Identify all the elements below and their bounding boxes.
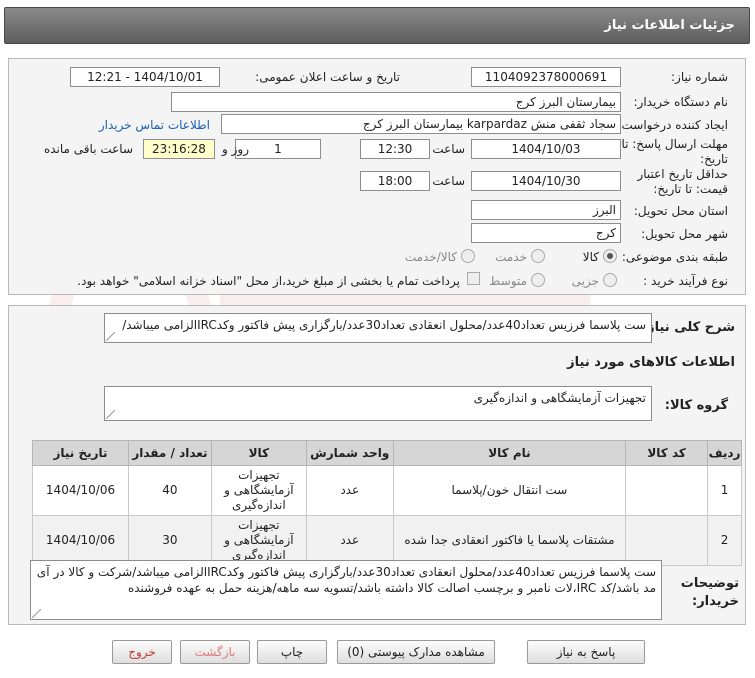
process-minor-radio[interactable] [603,273,617,287]
cell-name: ست انتقال خون/پلاسما [392,465,627,516]
category-goods-service-label: کالا/خدمت [404,250,457,264]
need-number-field[interactable]: 1104092378000691 [471,67,621,87]
table-header-row: ردیف کد کالا نام کالا واحد شمارش کالا تع… [31,440,742,466]
cell-goods: تجهیزات آزمایشگاهی و اندازه‌گیری [210,515,307,566]
reply-time-label: ساعت [432,142,465,156]
buyer-org-label: نام دستگاه خریدار: [633,95,729,109]
cell-goods: تجهیزات آزمایشگاهی و اندازه‌گیری [210,465,307,516]
col-header-name: نام کالا [392,440,627,466]
exit-button[interactable]: خروج [112,640,172,664]
time-remaining-label: ساعت باقی مانده [43,142,133,156]
goods-group-textarea[interactable]: تجهیزات آزمایشگاهی و اندازه‌گیری [104,386,652,421]
category-goods-radio[interactable] [603,249,617,263]
category-service-label: خدمت [495,250,527,264]
cell-code [625,515,709,566]
page-title: جزئیات اطلاعات نیاز [604,18,735,33]
table-row[interactable]: 1 ست انتقال خون/پلاسما عدد تجهیزات آزمای… [31,465,742,516]
buyer-contact-link[interactable]: اطلاعات تماس خریدار [99,118,210,132]
treasury-bonds-checkbox[interactable] [467,272,480,285]
buyer-notes-label: توضیحات خریدار: [680,576,739,609]
goods-group-text: تجهیزات آزمایشگاهی و اندازه‌گیری [473,391,646,405]
summary-textarea[interactable]: ست پلاسما فرزیس تعداد40عدد/محلول انعقادی… [104,313,652,343]
resize-grip-icon[interactable] [106,410,115,419]
goods-table: ردیف کد کالا نام کالا واحد شمارش کالا تع… [31,440,742,566]
page-header: جزئیات اطلاعات نیاز [4,7,750,44]
process-type-label: نوع فرآیند خرید : [643,274,728,288]
reply-deadline-label: مهلت ارسال پاسخ: تا تاریخ: [621,137,728,166]
col-header-goods: کالا [210,440,307,466]
summary-label: شرح کلی نیاز: [641,320,735,335]
time-remaining-field: 23:16:28 [143,139,215,159]
goods-info-title: اطلاعات کالاهای مورد نیاز [567,355,735,370]
col-header-quantity: تعداد / مقدار [128,440,212,466]
col-header-need-date: تاریخ نیاز [31,440,130,466]
treasury-bonds-note: پرداخت تمام یا بخشی از مبلغ خرید،از محل … [77,274,460,288]
print-button[interactable]: چاپ [257,640,327,664]
buyer-notes-text: ست پلاسما فرزیس تعداد40عدد/محلول انعقادی… [36,565,656,595]
reply-button[interactable]: پاسخ به نیاز [527,640,645,664]
cell-code [625,465,709,516]
city-label: شهر محل تحویل: [641,227,728,241]
reply-deadline-date[interactable]: 1404/10/03 [471,139,621,159]
announce-datetime-field[interactable]: 1404/10/01 - 12:21 [70,67,220,87]
cell-row-number: 1 [707,465,742,516]
requester-label: ایجاد کننده درخواست: [617,118,728,132]
province-label: استان محل تحویل: [633,204,728,218]
view-attachments-button[interactable]: مشاهده مدارک پیوستی (0) [337,640,495,664]
process-minor-label: جزیی [571,274,599,288]
category-service-radio[interactable] [531,249,545,263]
buyer-notes-textarea[interactable]: ست پلاسما فرزیس تعداد40عدد/محلول انعقادی… [30,560,662,620]
category-goods-label: کالا [582,250,599,264]
city-field[interactable]: کرج [471,223,621,243]
requester-field[interactable]: سجاد ثقفی منش karpardaz بیمارستان البرز … [221,114,621,134]
price-validity-time-label: ساعت [432,174,465,188]
goods-group-label: گروه کالا: [664,398,728,413]
process-medium-label: متوسط [489,274,527,288]
cell-unit: عدد [305,515,394,566]
announce-datetime-label: تاریخ و ساعت اعلان عمومی: [255,70,400,84]
col-header-code: کد کالا [625,440,709,466]
resize-grip-icon[interactable] [106,332,115,341]
cell-need-date: 1404/10/06 [31,515,130,566]
col-header-unit: واحد شمارش [305,440,394,466]
price-validity-label: حداقل تاریخ اعتبار قیمت: تا تاریخ: [637,167,728,196]
back-button[interactable]: بازگشت [180,640,250,664]
cell-quantity: 40 [128,465,212,516]
days-label: روز و [222,142,249,156]
province-field[interactable]: البرز [471,200,621,220]
price-validity-time[interactable]: 18:00 [360,171,430,191]
cell-need-date: 1404/10/06 [31,465,130,516]
reply-deadline-time[interactable]: 12:30 [360,139,430,159]
need-number-label: شماره نیاز: [671,70,728,84]
cell-row-number: 2 [707,515,742,566]
cell-quantity: 30 [128,515,212,566]
buyer-org-field[interactable]: بیمارستان البرز کرج [171,92,621,112]
resize-grip-icon[interactable] [32,609,41,618]
summary-text: ست پلاسما فرزیس تعداد40عدد/محلول انعقادی… [122,318,646,332]
category-label: طبقه بندی موضوعی: [621,250,728,264]
col-header-row-number: ردیف [707,440,742,466]
table-row[interactable]: 2 مشتقات پلاسما یا فاکتور انعقادی جدا شد… [31,515,742,566]
cell-unit: عدد [305,465,394,516]
process-medium-radio[interactable] [531,273,545,287]
cell-name: مشتقات پلاسما یا فاکتور انعقادی جدا شده [392,515,627,566]
category-goods-service-radio[interactable] [461,249,475,263]
price-validity-date[interactable]: 1404/10/30 [471,171,621,191]
